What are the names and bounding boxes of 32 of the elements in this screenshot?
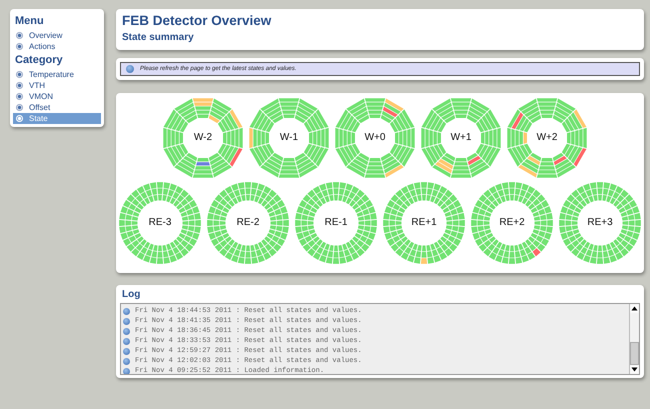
bullet-icon bbox=[16, 104, 23, 111]
page-subtitle: State summary bbox=[122, 32, 195, 43]
bullet-icon bbox=[16, 115, 23, 122]
wheel-label: W-1 bbox=[278, 132, 300, 143]
wheel-label: RE+2 bbox=[498, 217, 526, 228]
scrollbar[interactable] bbox=[629, 304, 639, 374]
bullet-icon bbox=[16, 32, 23, 39]
sidebar-item[interactable]: Offset bbox=[13, 102, 101, 113]
sidebar-heading: Category bbox=[15, 54, 64, 66]
wheel-label: RE+1 bbox=[410, 217, 438, 228]
wheel-label: W-2 bbox=[192, 132, 214, 143]
sidebar-item[interactable]: Temperature bbox=[13, 69, 101, 80]
wheel-label: RE-3 bbox=[148, 217, 172, 228]
page-title: FEB Detector Overview bbox=[122, 13, 272, 28]
bullet-icon bbox=[16, 71, 23, 78]
log-title: Log bbox=[122, 289, 142, 300]
wheel-label: RE-2 bbox=[236, 217, 260, 228]
bullet-icon bbox=[16, 43, 23, 50]
wheel-label: W+0 bbox=[364, 132, 386, 143]
scroll-thumb[interactable] bbox=[630, 342, 639, 365]
sidebar-item[interactable]: VMON bbox=[13, 91, 101, 102]
bullet-icon bbox=[16, 93, 23, 100]
wheel-label: W+1 bbox=[450, 132, 472, 143]
wheel-label: RE+3 bbox=[586, 217, 614, 228]
sidebar-item[interactable]: Overview bbox=[13, 30, 101, 41]
info-icon bbox=[126, 65, 134, 73]
wheel-label: W+2 bbox=[536, 132, 558, 143]
bullet-icon bbox=[16, 82, 23, 89]
sidebar-item[interactable]: VTH bbox=[13, 80, 101, 91]
sidebar-item[interactable]: Actions bbox=[13, 41, 101, 52]
sidebar-heading: Menu bbox=[15, 15, 45, 27]
wheel-label: RE-1 bbox=[324, 217, 348, 228]
